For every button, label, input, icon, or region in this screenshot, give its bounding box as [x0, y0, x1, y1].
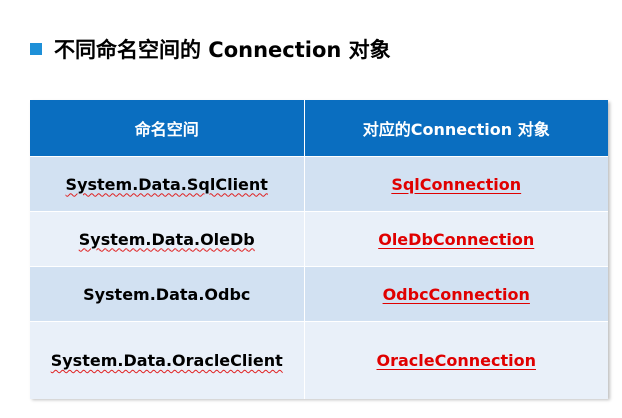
- table-row: System.Data.SqlClient SqlConnection: [30, 156, 608, 212]
- header-namespace: 命名空间: [30, 100, 305, 157]
- connection-cell: OdbcConnection: [304, 266, 608, 322]
- namespace-text: System.Data.OracleClient: [50, 351, 283, 370]
- table-row: System.Data.OleDb OleDbConnection: [30, 211, 608, 267]
- namespace-text: System.Data.SqlClient: [65, 174, 268, 194]
- connection-table: 命名空间 对应的Connection 对象 System.Data.SqlCli…: [30, 100, 608, 399]
- table-header-row: 命名空间 对应的Connection 对象: [30, 100, 608, 157]
- namespace-cell: System.Data.Odbc: [30, 266, 305, 322]
- connection-link[interactable]: OleDbConnection: [378, 230, 534, 249]
- connection-table-container: 命名空间 对应的Connection 对象 System.Data.SqlCli…: [30, 100, 608, 399]
- namespace-cell: System.Data.OracleClient: [30, 321, 305, 399]
- slide-title-row: 不同命名空间的 Connection 对象: [30, 34, 391, 64]
- table-row: System.Data.Odbc OdbcConnection: [30, 266, 608, 322]
- namespace-cell: System.Data.SqlClient: [30, 156, 305, 212]
- slide-title: 不同命名空间的 Connection 对象: [54, 38, 391, 62]
- namespace-text: System.Data.Odbc: [83, 284, 251, 304]
- connection-cell: OleDbConnection: [304, 211, 608, 267]
- namespace-cell: System.Data.OleDb: [30, 211, 305, 267]
- connection-link[interactable]: SqlConnection: [391, 175, 521, 194]
- namespace-text: System.Data.OleDb: [78, 229, 255, 249]
- connection-link[interactable]: OdbcConnection: [383, 285, 530, 304]
- connection-cell: SqlConnection: [304, 156, 608, 212]
- square-bullet-icon: [30, 43, 42, 55]
- connection-link[interactable]: OracleConnection: [377, 351, 536, 370]
- table-row: System.Data.OracleClient OracleConnectio…: [30, 321, 608, 399]
- connection-cell: OracleConnection: [304, 321, 608, 399]
- header-connection-object: 对应的Connection 对象: [304, 100, 608, 157]
